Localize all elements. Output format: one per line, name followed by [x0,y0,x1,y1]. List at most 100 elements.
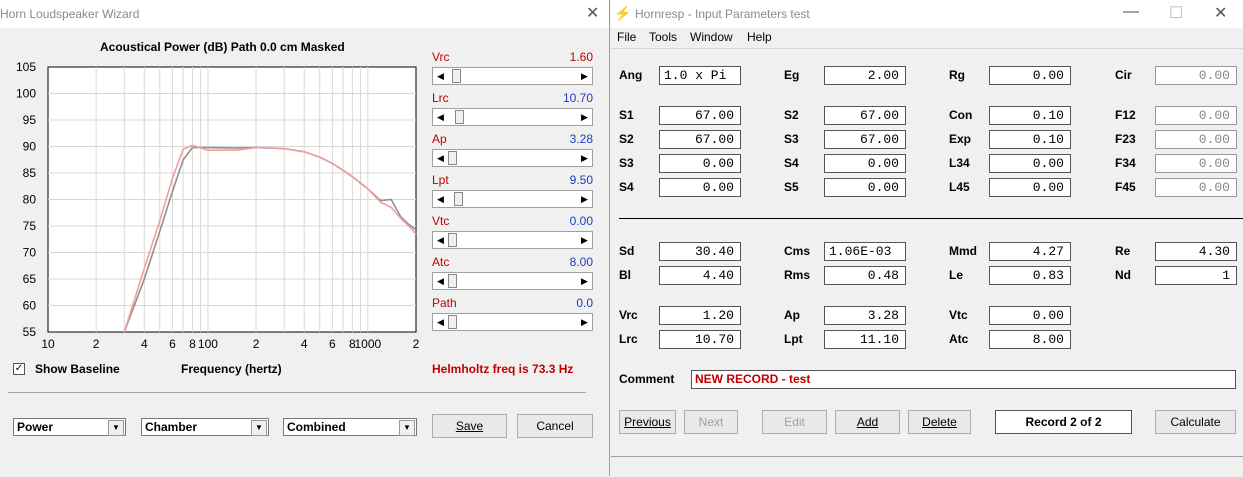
slider-thumb[interactable] [454,192,464,206]
slider-lrc[interactable]: ◀ ▶ [432,108,593,126]
arrow-right-icon[interactable]: ▶ [577,314,592,330]
close-icon[interactable]: ✕ [1214,3,1227,23]
hornresp-titlebar[interactable]: ⚡ Hornresp - Input Parameters test — ☐ ✕ [611,0,1243,28]
param-field-atc[interactable]: 8.00 [989,330,1071,349]
param-field-s5[interactable]: 0.00 [824,178,906,197]
param-field-s1[interactable]: 67.00 [659,106,741,125]
param-field-mmd[interactable]: 4.27 [989,242,1071,261]
param-label-s1: S1 [619,108,634,122]
chamber-select[interactable]: Chamber ▼ [141,418,269,436]
param-field-l34[interactable]: 0.00 [989,154,1071,173]
param-field-s4[interactable]: 0.00 [659,178,741,197]
arrow-left-icon[interactable]: ◀ [433,191,448,207]
param-label-s4: S4 [619,180,634,194]
y-tick-label: 80 [23,193,37,207]
param-field-con[interactable]: 0.10 [989,106,1071,125]
arrow-right-icon[interactable]: ▶ [577,273,592,289]
next-button[interactable]: Next [684,410,738,434]
y-tick-label: 55 [23,325,37,339]
slider-path[interactable]: ◀ ▶ [432,313,593,331]
menu-help[interactable]: Help [747,30,772,44]
hornresp-title: Hornresp - Input Parameters test [635,7,810,21]
menu-window[interactable]: Window [690,30,733,44]
param-field-vrc[interactable]: 1.20 [659,306,741,325]
wizard-titlebar[interactable]: Horn Loudspeaker Wizard ✕ [0,0,609,28]
arrow-right-icon[interactable]: ▶ [577,191,592,207]
param-field-sd[interactable]: 30.40 [659,242,741,261]
param-field-ap[interactable]: 3.28 [824,306,906,325]
slider-thumb[interactable] [448,233,457,247]
divider [8,392,586,393]
show-baseline-checkbox[interactable]: ✓ [13,363,25,375]
close-icon[interactable]: ✕ [586,3,599,23]
slider-atc[interactable]: ◀ ▶ [432,272,593,290]
slider-thumb[interactable] [448,151,457,165]
add-button[interactable]: Add [835,410,900,434]
slider-thumb[interactable] [455,110,465,124]
arrow-left-icon[interactable]: ◀ [433,150,448,166]
param-field-s2[interactable]: 67.00 [824,106,906,125]
menu-divider [611,48,1243,49]
arrow-right-icon[interactable]: ▶ [577,232,592,248]
slider-vtc[interactable]: ◀ ▶ [432,231,593,249]
param-field-bl[interactable]: 4.40 [659,266,741,285]
slider-lpt[interactable]: ◀ ▶ [432,190,593,208]
param-label-s3: S3 [619,156,634,170]
param-field-eg[interactable]: 2.00 [824,66,906,85]
chevron-down-icon[interactable]: ▼ [108,420,124,436]
arrow-left-icon[interactable]: ◀ [433,232,448,248]
param-field-cir[interactable]: 0.00 [1155,66,1237,85]
param-field-f12[interactable]: 0.00 [1155,106,1237,125]
param-field-s2[interactable]: 67.00 [659,130,741,149]
slider-thumb[interactable] [448,274,457,288]
arrow-left-icon[interactable]: ◀ [433,314,448,330]
param-field-vtc[interactable]: 0.00 [989,306,1071,325]
param-label-ang: Ang [619,68,643,82]
comment-field[interactable]: NEW RECORD - test [691,370,1236,389]
param-label-cms: Cms [784,244,811,258]
arrow-left-icon[interactable]: ◀ [433,109,448,125]
param-field-l45[interactable]: 0.00 [989,178,1071,197]
param-field-lpt[interactable]: 11.10 [824,330,906,349]
param-field-f34[interactable]: 0.00 [1155,154,1237,173]
calculate-button[interactable]: Calculate [1155,410,1236,434]
menu-file[interactable]: File [617,30,636,44]
arrow-right-icon[interactable]: ▶ [577,68,592,84]
edit-button[interactable]: Edit [762,410,827,434]
power-select[interactable]: Power ▼ [13,418,126,436]
param-field-rms[interactable]: 0.48 [824,266,906,285]
param-field-le[interactable]: 0.83 [989,266,1071,285]
save-button[interactable]: Save [432,414,507,438]
cancel-button[interactable]: Cancel [517,414,593,438]
chevron-down-icon[interactable]: ▼ [399,420,415,436]
slider-vrc[interactable]: ◀ ▶ [432,67,593,85]
param-field-nd[interactable]: 1 [1155,266,1237,285]
arrow-right-icon[interactable]: ▶ [577,109,592,125]
minimize-icon[interactable]: — [1123,3,1139,21]
combined-select[interactable]: Combined ▼ [283,418,417,436]
param-field-ang[interactable]: 1.0 x Pi [659,66,741,85]
param-field-re[interactable]: 4.30 [1155,242,1237,261]
y-tick-label: 70 [23,246,37,260]
param-field-f23[interactable]: 0.00 [1155,130,1237,149]
arrow-left-icon[interactable]: ◀ [433,273,448,289]
arrow-right-icon[interactable]: ▶ [577,150,592,166]
chevron-down-icon[interactable]: ▼ [251,420,267,436]
param-field-exp[interactable]: 0.10 [989,130,1071,149]
param-field-lrc[interactable]: 10.70 [659,330,741,349]
menu-tools[interactable]: Tools [649,30,677,44]
slider-thumb[interactable] [451,69,461,83]
slider-ap[interactable]: ◀ ▶ [432,149,593,167]
delete-button[interactable]: Delete [908,410,971,434]
arrow-left-icon[interactable]: ◀ [433,68,448,84]
slider-value-path: 0.0 [576,296,593,310]
param-field-f45[interactable]: 0.00 [1155,178,1237,197]
param-field-rg[interactable]: 0.00 [989,66,1071,85]
param-field-cms[interactable]: 1.06E-03 [824,242,906,261]
slider-thumb[interactable] [448,315,457,329]
param-field-s4[interactable]: 0.00 [824,154,906,173]
param-field-s3[interactable]: 67.00 [824,130,906,149]
param-field-s3[interactable]: 0.00 [659,154,741,173]
previous-button[interactable]: Previous [619,410,676,434]
maximize-icon[interactable]: ☐ [1169,3,1183,23]
